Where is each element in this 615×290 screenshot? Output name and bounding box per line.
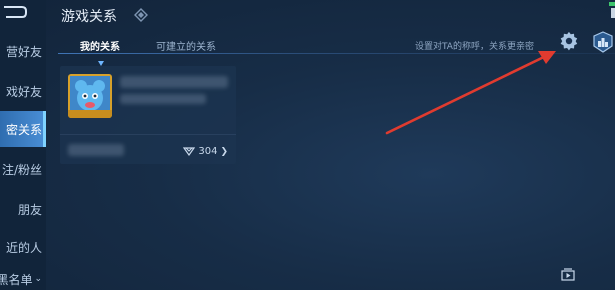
sidebar-item-label: 近的人 <box>5 240 42 255</box>
status-indicator-icon <box>605 0 615 20</box>
relation-tag-placeholder <box>68 144 124 156</box>
name-placeholder <box>120 76 228 88</box>
ranking-icon[interactable] <box>592 31 614 53</box>
sidebar-item-follows-fans[interactable]: 注/粉丝 <box>0 151 46 187</box>
sidebar: 营好友 戏好友 密关系 注/粉丝 朋友 近的人 黑名单 ⌄ <box>0 0 46 290</box>
chevron-down-icon: ⌄ <box>34 274 42 284</box>
card-divider <box>60 134 236 135</box>
chevron-right-icon: ❯ <box>220 146 228 157</box>
relation-card[interactable]: 304 ❯ <box>60 66 236 164</box>
intimacy-heart-icon <box>183 147 196 157</box>
sidebar-item-label: 注/粉丝 <box>1 162 42 177</box>
tab-divider <box>58 53 615 54</box>
page-title: 游戏关系 <box>61 9 117 25</box>
sidebar-item-label: 黑名单 <box>0 272 33 287</box>
sidebar-item-label: 戏好友 <box>5 84 42 99</box>
avatar[interactable] <box>68 74 112 118</box>
sidebar-item-nearby[interactable]: 近的人 <box>0 229 46 265</box>
sidebar-item-close-relations[interactable]: 密关系 <box>0 111 46 147</box>
gear-icon[interactable] <box>559 31 579 51</box>
tab-active-marker <box>98 51 104 66</box>
hint-text: 设置对TA的称呼，关系更亲密 <box>415 42 534 52</box>
sidebar-item-friends[interactable]: 朋友 <box>0 191 46 227</box>
sidebar-item-label: 朋友 <box>17 202 42 217</box>
back-icon[interactable] <box>0 4 28 24</box>
sidebar-item-camp-friends[interactable]: 营好友 <box>0 33 46 69</box>
sidebar-item-label: 密关系 <box>5 122 42 137</box>
intimacy-value[interactable]: 304 ❯ <box>183 146 228 157</box>
sidebar-item-game-friends[interactable]: 戏好友 <box>0 73 46 109</box>
tab-available-relations[interactable]: 可建立的关系 <box>156 38 216 53</box>
sidebar-item-label: 营好友 <box>5 44 42 59</box>
media-play-icon[interactable] <box>561 266 575 281</box>
diamond-tag-icon <box>134 7 148 22</box>
intimacy-number: 304 <box>198 146 218 157</box>
title-placeholder <box>120 94 206 104</box>
sidebar-item-blacklist[interactable]: 黑名单 ⌄ <box>0 268 46 290</box>
